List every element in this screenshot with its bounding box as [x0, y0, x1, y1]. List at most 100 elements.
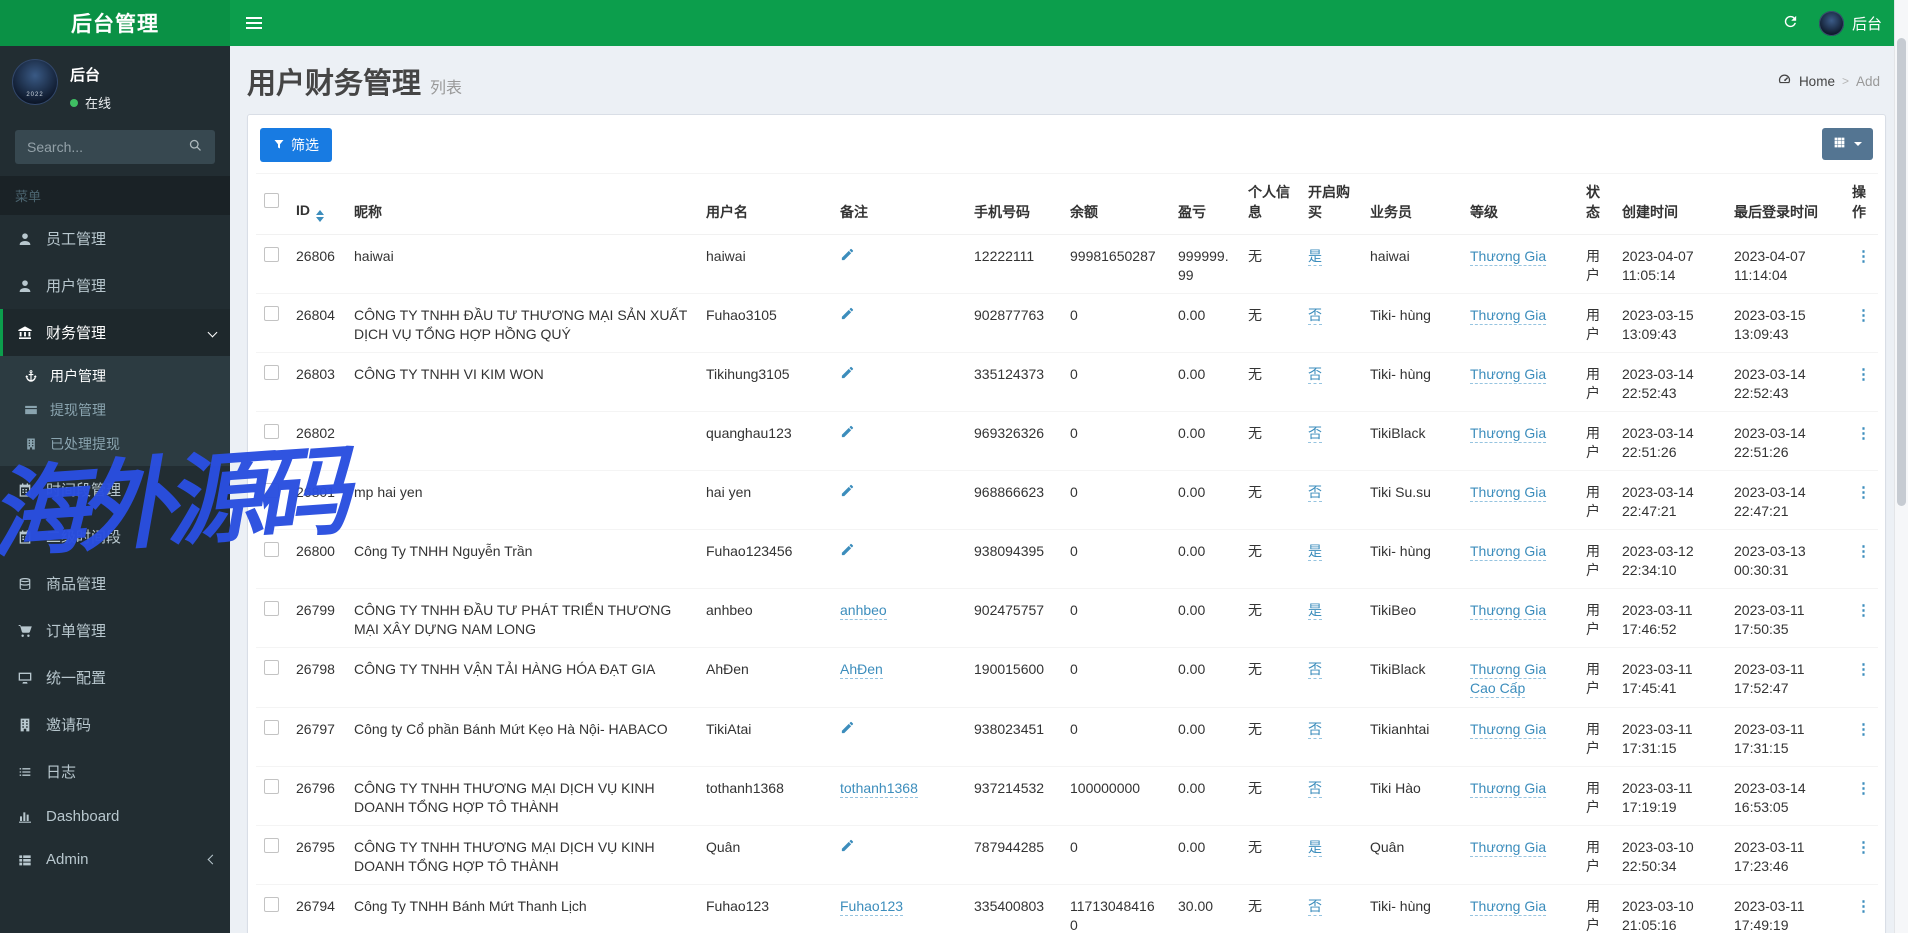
columns-button[interactable]	[1822, 128, 1873, 160]
level-link[interactable]: Thương Gia	[1470, 602, 1547, 621]
scrollbar-thumb[interactable]	[1897, 38, 1906, 506]
level-link[interactable]: Thương Gia	[1470, 838, 1547, 857]
edit-note-button[interactable]	[840, 365, 855, 380]
edit-note-button[interactable]	[840, 542, 855, 557]
level-link[interactable]: Thương Gia	[1470, 248, 1547, 266]
row-checkbox[interactable]	[264, 542, 279, 558]
row-actions-button[interactable]: ⋮	[1852, 781, 1875, 796]
level-link[interactable]: Thương Gia	[1470, 779, 1547, 798]
cell-balance: 0	[1062, 588, 1170, 649]
level-link[interactable]: Thương Gia	[1470, 897, 1547, 916]
sidebar-item-finance[interactable]: 财务管理	[0, 309, 230, 356]
sidebar-item-users[interactable]: 用户管理	[0, 262, 230, 309]
level-link[interactable]: Thương Gia	[1470, 484, 1547, 503]
sidebar-subitem-withdraw[interactable]: 提现管理	[0, 393, 230, 427]
toggle-buy-link[interactable]: 否	[1308, 897, 1322, 916]
row-checkbox[interactable]	[264, 424, 279, 440]
sidebar-toggle-button[interactable]	[230, 0, 278, 46]
row-actions-button[interactable]: ⋮	[1852, 308, 1875, 323]
toggle-buy-link[interactable]: 是	[1308, 838, 1322, 857]
sidebar-item-staff[interactable]: 员工管理	[0, 215, 230, 262]
sidebar-item-logs[interactable]: 日志	[0, 748, 230, 795]
row-actions-button[interactable]: ⋮	[1852, 722, 1875, 737]
toggle-buy-link[interactable]: 否	[1308, 425, 1322, 444]
level-link[interactable]: Thương Gia	[1470, 307, 1547, 326]
toggle-buy-link[interactable]: 是	[1308, 602, 1322, 621]
col-id[interactable]: ID	[288, 173, 346, 235]
note-link[interactable]: Fuhao123	[840, 897, 904, 916]
toggle-buy-link[interactable]: 否	[1308, 307, 1322, 326]
row-checkbox[interactable]	[264, 365, 279, 381]
sidebar-subitem-user-finance[interactable]: 用户管理	[0, 359, 230, 393]
level-link[interactable]: Thương Gia	[1470, 543, 1547, 562]
row-checkbox[interactable]	[264, 719, 279, 735]
row-actions-button[interactable]: ⋮	[1852, 249, 1875, 264]
sidebar-subitem-processed-withdraw[interactable]: 已处理提现	[0, 427, 230, 461]
edit-note-button[interactable]	[840, 720, 855, 735]
sidebar-item-timeslot-secondary[interactable]: 二级时间段	[0, 513, 230, 560]
cell-id: 26795	[288, 825, 346, 885]
sidebar-item-admin[interactable]: Admin	[0, 838, 230, 881]
edit-note-button[interactable]	[840, 306, 855, 321]
row-actions-button[interactable]: ⋮	[1852, 544, 1875, 559]
edit-note-button[interactable]	[840, 838, 855, 853]
row-actions-button[interactable]: ⋮	[1852, 367, 1875, 382]
level-link[interactable]: Thương Gia	[1470, 366, 1547, 385]
credit-card-icon	[21, 403, 40, 417]
row-actions-button[interactable]: ⋮	[1852, 603, 1875, 618]
row-actions-button[interactable]: ⋮	[1852, 899, 1875, 914]
toggle-buy-link[interactable]: 否	[1308, 720, 1322, 739]
toggle-buy-link[interactable]: 否	[1308, 366, 1322, 385]
sidebar-item-unified-config[interactable]: 统一配置	[0, 654, 230, 701]
sidebar-item-products[interactable]: 商品管理	[0, 560, 230, 607]
level-link[interactable]: Thương Gia	[1470, 425, 1547, 444]
toggle-buy-link[interactable]: 是	[1308, 543, 1322, 562]
row-checkbox[interactable]	[264, 896, 279, 912]
cell-note	[832, 470, 966, 531]
refresh-button[interactable]	[1778, 9, 1803, 37]
row-actions-button[interactable]: ⋮	[1852, 426, 1875, 441]
row-checkbox[interactable]	[264, 483, 279, 499]
page-scrollbar[interactable]	[1894, 0, 1908, 933]
topbar-user-menu[interactable]: 后台	[1818, 10, 1882, 36]
toggle-buy-link[interactable]: 否	[1308, 484, 1322, 503]
toggle-buy-link[interactable]: 否	[1308, 779, 1322, 798]
edit-note-button[interactable]	[840, 424, 855, 439]
search-input[interactable]	[15, 130, 176, 164]
table-header-row: ID 昵称 用户名 备注 手机号码 余额 盈亏 个人信息 开启购买 业务员 等级…	[256, 173, 1878, 235]
note-link[interactable]: AhĐen	[840, 661, 883, 680]
select-all-checkbox[interactable]	[264, 193, 279, 208]
filter-button[interactable]: 筛选	[260, 128, 332, 162]
level-link[interactable]: Thương Gia	[1470, 720, 1547, 739]
level-link[interactable]: Thương Gia Cao Cấp	[1470, 661, 1547, 699]
sidebar-item-orders[interactable]: 订单管理	[0, 607, 230, 654]
row-checkbox[interactable]	[264, 601, 279, 617]
content-header: 用户财务管理 列表 Home > Add	[247, 56, 1886, 114]
row-actions-button[interactable]: ⋮	[1852, 662, 1875, 677]
row-actions-button[interactable]: ⋮	[1852, 840, 1875, 855]
note-link[interactable]: tothanh1368	[840, 779, 918, 798]
edit-note-button[interactable]	[840, 247, 855, 262]
cell-info: 无	[1240, 529, 1300, 590]
sidebar-item-timeslot-mgmt[interactable]: 时间段管理	[0, 466, 230, 513]
cell-level: Thương Gia	[1462, 588, 1578, 649]
cell-created: 2023-03-14 22:52:43	[1614, 352, 1726, 413]
toggle-buy-link[interactable]: 是	[1308, 248, 1322, 266]
row-checkbox[interactable]	[264, 306, 279, 322]
row-checkbox[interactable]	[264, 247, 279, 262]
row-checkbox[interactable]	[264, 778, 279, 794]
row-checkbox[interactable]	[264, 660, 279, 676]
edit-note-button[interactable]	[840, 483, 855, 498]
toggle-buy-link[interactable]: 否	[1308, 661, 1322, 680]
breadcrumb-home[interactable]: Home	[1799, 74, 1835, 89]
row-actions-button[interactable]: ⋮	[1852, 485, 1875, 500]
search-button[interactable]	[176, 138, 215, 156]
note-link[interactable]: anhbeo	[840, 602, 887, 621]
pencil-icon	[841, 544, 854, 556]
sidebar-user-name: 后台	[70, 67, 101, 84]
sidebar-item-dashboard[interactable]: Dashboard	[0, 795, 230, 838]
cell-level: Thương Gia	[1462, 293, 1578, 354]
brand-logo[interactable]: 后台管理	[0, 0, 230, 46]
row-checkbox[interactable]	[264, 837, 279, 853]
sidebar-item-invite-codes[interactable]: 邀请码	[0, 701, 230, 748]
